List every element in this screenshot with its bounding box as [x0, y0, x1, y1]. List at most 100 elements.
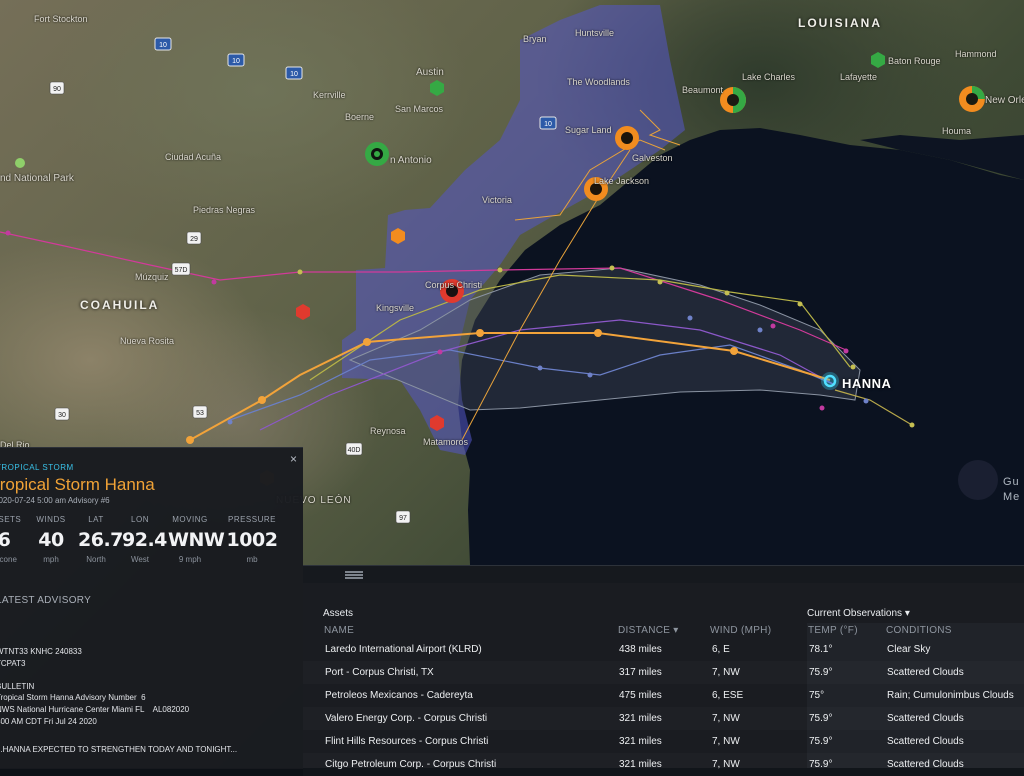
stat-value: 92.4 [122, 529, 167, 551]
asset-name: Laredo International Airport (KLRD) [325, 644, 482, 655]
place-label: Matamoros [423, 437, 469, 447]
asset-temp: 75.9° [809, 713, 833, 724]
current-observations-dropdown[interactable]: Current Observations ▾ [807, 608, 910, 619]
gulf-glow [958, 460, 998, 500]
asset-temp: 75° [809, 690, 825, 701]
stat-winds: Winds 40 mph [33, 515, 69, 564]
stat-value: 26.7 [78, 529, 123, 551]
place-label: Lafayette [840, 72, 878, 82]
place-label: Kingsville [376, 303, 415, 313]
asset-distance: 438 miles [619, 644, 662, 655]
asset-conditions: Scattered Clouds [887, 713, 964, 724]
asset-name: Valero Energy Corp. - Corpus Christi [325, 713, 488, 724]
latest-advisory-heading: Latest Advisory [0, 595, 92, 606]
gulf-label-line: Gu [1003, 476, 1020, 488]
asset-marker-galveston [615, 126, 639, 150]
asset-temp: 75.9° [809, 736, 833, 747]
drag-handle-icon[interactable] [345, 571, 363, 579]
asset-hex-austin [430, 80, 444, 96]
svg-text:97: 97 [399, 515, 407, 522]
asset-wind: 7, NW [712, 736, 740, 747]
asset-temp: 75.9° [809, 667, 833, 678]
asset-wind: 6, ESE [712, 690, 744, 701]
stat-lat: Lat 26.7 North [78, 515, 123, 564]
place-label: Houma [942, 126, 972, 136]
svg-text:30: 30 [58, 412, 66, 419]
storm-info-panel: × Tropical Storm Tropical Storm Hanna 20… [0, 447, 303, 769]
assets-drawer-handle[interactable] [303, 565, 1024, 584]
svg-text:10: 10 [544, 121, 552, 128]
svg-text:10: 10 [159, 42, 167, 49]
asset-conditions: Scattered Clouds [887, 759, 964, 770]
column-header-temp[interactable]: Temp (°F) [808, 625, 858, 636]
table-row[interactable]: Citgo Petroleum Corp. - Corpus Christi 3… [303, 753, 1024, 776]
svg-text:53: 53 [196, 410, 204, 417]
table-row[interactable]: Port - Corpus Christi, TX 317 miles 7, N… [303, 661, 1024, 684]
asset-name: Petroleos Mexicanos - Cadereyta [325, 690, 473, 701]
stat-value: 1002 [226, 529, 278, 551]
asset-distance: 321 miles [619, 759, 662, 770]
svg-text:10: 10 [232, 58, 240, 65]
table-row[interactable]: Valero Energy Corp. - Corpus Christi 321… [303, 707, 1024, 730]
asset-wind: 6, E [712, 644, 730, 655]
asset-distance: 317 miles [619, 667, 662, 678]
region-label-coahuila: COAHUILA [80, 298, 160, 312]
stat-unit: West [130, 555, 150, 564]
storm-map-label[interactable]: HANNA [842, 376, 891, 391]
column-header-name[interactable]: Name [324, 625, 354, 636]
assets-panel: Assets Current Observations ▾ Name Dista… [303, 583, 1024, 770]
place-label: nd National Park [0, 173, 74, 184]
place-label: Múzquiz [135, 272, 169, 282]
stat-header: Lat [88, 515, 104, 524]
place-label: New Orleans [985, 95, 1024, 106]
place-label: Ciudad Acuña [165, 152, 222, 162]
asset-hex-laredo [296, 304, 310, 320]
place-label: Galveston [632, 153, 673, 163]
place-label: Bryan [523, 34, 547, 44]
asset-name: Flint Hills Resources - Corpus Christi [325, 736, 489, 747]
place-label: Beaumont [682, 85, 724, 95]
place-label: Baton Rouge [888, 56, 941, 66]
place-label: San Marcos [395, 104, 444, 114]
asset-wind: 7, NW [712, 667, 740, 678]
park-tree-icon [15, 158, 25, 168]
gulf-label: Gu Me [1003, 475, 1020, 505]
stat-header: Lon [131, 515, 149, 524]
asset-marker-new-orleans [959, 86, 985, 112]
column-header-wind[interactable]: Wind (mph) [710, 625, 771, 636]
asset-temp: 75.9° [809, 759, 833, 770]
place-label: Austin [416, 67, 444, 78]
storm-center-glow [821, 372, 839, 390]
place-label: Huntsville [575, 28, 615, 38]
stat-lon: Lon 92.4 West [122, 515, 167, 564]
column-header-conditions[interactable]: Conditions [886, 625, 952, 636]
table-row[interactable]: Laredo International Airport (KLRD) 438 … [303, 638, 1024, 661]
storm-stats: Assets 6 in cone Winds 40 mph Lat 26.7 N… [0, 515, 303, 575]
place-label: Boerne [345, 112, 375, 122]
asset-marker-beaumont [720, 87, 746, 113]
asset-conditions: Scattered Clouds [887, 667, 964, 678]
asset-distance: 475 miles [619, 690, 662, 701]
place-label: Hammond [955, 49, 997, 59]
stat-value: WNW [168, 529, 225, 551]
asset-conditions: Scattered Clouds [887, 736, 964, 747]
close-icon[interactable]: × [290, 452, 297, 466]
place-label: n Antonio [390, 155, 432, 166]
gulf-label-line: Me [1003, 491, 1021, 503]
stat-header: Pressure [227, 515, 276, 524]
stat-unit: mb [246, 555, 258, 564]
column-header-distance[interactable]: Distance ▾ [618, 625, 679, 636]
asset-wind: 7, NW [712, 759, 740, 770]
place-label: Kerrville [313, 90, 346, 100]
svg-text:57D: 57D [175, 267, 188, 274]
asset-hex-baton-rouge [871, 52, 885, 68]
storm-type-label: Tropical Storm [0, 463, 74, 472]
table-row[interactable]: Flint Hills Resources - Corpus Christi 3… [303, 730, 1024, 753]
place-label: Nueva Rosita [120, 336, 175, 346]
advisory-headline: ...HANNA EXPECTED TO STRENGTHEN TODAY AN… [0, 745, 238, 754]
asset-conditions: Clear Sky [887, 644, 931, 655]
place-label: Lake Charles [742, 72, 796, 82]
table-row[interactable]: Petroleos Mexicanos - Cadereyta 475 mile… [303, 684, 1024, 707]
stat-header: Winds [36, 515, 66, 524]
storm-advisory-info: 2020-07-24 5:00 am Advisory #6 [0, 496, 110, 505]
